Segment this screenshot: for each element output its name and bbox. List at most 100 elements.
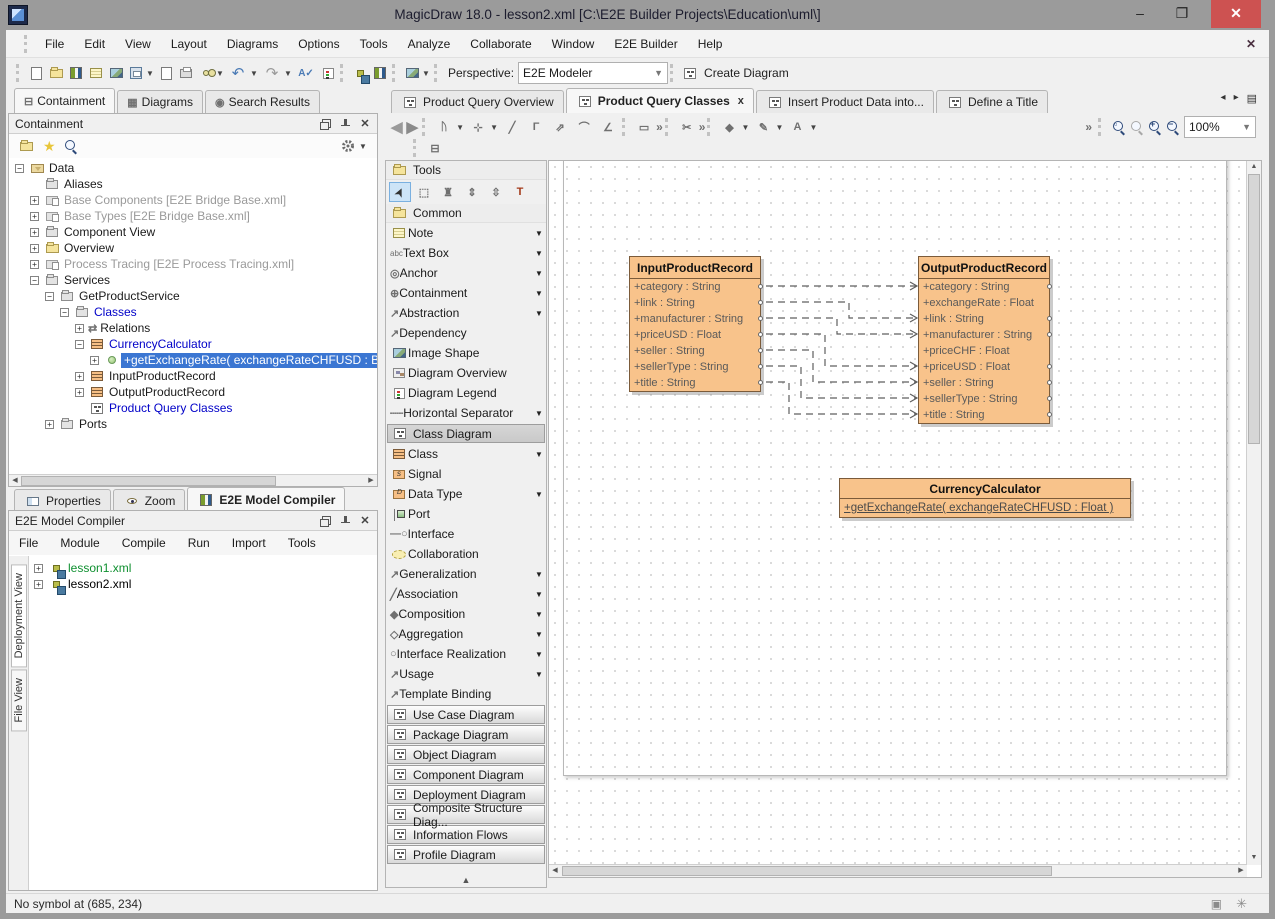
toolbar-grip4[interactable]: [434, 64, 439, 82]
palette-item-dependency[interactable]: ↗Dependency: [386, 323, 546, 343]
palette-bar-package-diagram[interactable]: Package Diagram: [387, 725, 545, 744]
find-icon[interactable]: [197, 65, 215, 81]
expand-toggle-icon[interactable]: −: [45, 292, 54, 301]
tree-item[interactable]: +Process Tracing [E2E Process Tracing.xm…: [9, 256, 377, 272]
scroll-up-icon[interactable]: ▲: [1248, 161, 1260, 173]
overflow-icon2[interactable]: »: [699, 120, 706, 134]
scroll-thumb[interactable]: [21, 476, 276, 486]
menu-item-e2e-builder[interactable]: E2E Builder: [604, 37, 687, 51]
attribute-row[interactable]: +title : String: [919, 407, 1049, 423]
toolbar-grip3[interactable]: [392, 64, 397, 82]
float-panel-icon[interactable]: [319, 118, 331, 130]
spelling-icon[interactable]: A✓: [295, 62, 317, 84]
palette-item-dropdown-icon[interactable]: ▼: [534, 409, 544, 418]
attribute-port-icon[interactable]: [1047, 396, 1052, 401]
scroll-thumb[interactable]: [1248, 174, 1260, 444]
attribute-row[interactable]: +priceUSD : Float: [919, 359, 1049, 375]
save-icon[interactable]: [127, 65, 145, 81]
palette-bar-profile-diagram[interactable]: Profile Diagram: [387, 845, 545, 864]
text-tool-icon[interactable]: T: [509, 182, 531, 202]
new-project-icon[interactable]: [27, 65, 45, 81]
palette-item-dropdown-icon[interactable]: ▼: [534, 630, 544, 639]
tab-close-icon[interactable]: x: [738, 95, 744, 107]
attribute-port-icon[interactable]: [758, 300, 763, 305]
sticky-pointer-tool-icon[interactable]: ♜: [437, 182, 459, 202]
undo-icon[interactable]: ↶: [227, 62, 249, 84]
font-color-icon[interactable]: A: [786, 116, 808, 138]
class-box-outputproductrecord[interactable]: OutputProductRecord+category : String+ex…: [918, 256, 1050, 424]
attribute-row[interactable]: +category : String: [919, 279, 1049, 295]
palette-item-diagram-legend[interactable]: Diagram Legend: [386, 383, 546, 403]
tree-item[interactable]: +Product Query Classes: [9, 400, 377, 416]
attribute-port-icon[interactable]: [758, 332, 763, 337]
palette-item-dropdown-icon[interactable]: ▼: [534, 650, 544, 659]
templates-icon[interactable]: [87, 65, 105, 81]
show-containment-icon[interactable]: ⊟: [424, 137, 446, 159]
menu-item-edit[interactable]: Edit: [74, 37, 115, 51]
find-dropdown-icon[interactable]: ▼: [216, 69, 223, 78]
attribute-row[interactable]: +sellerType : String: [630, 359, 760, 375]
palette-item-image-shape[interactable]: Image Shape: [386, 343, 546, 363]
attribute-row[interactable]: +manufacturer : String: [919, 327, 1049, 343]
operation-row[interactable]: +getExchangeRate( exchangeRateCHFUSD : F…: [840, 499, 1130, 517]
menu-item-layout[interactable]: Layout: [161, 37, 217, 51]
toolbar-grip5[interactable]: [670, 64, 675, 82]
compiler-menu-import[interactable]: Import: [232, 536, 278, 550]
zoom-fit-icon[interactable]: ▫: [1112, 120, 1126, 134]
palette-item-dropdown-icon[interactable]: ▼: [534, 309, 544, 318]
tab-e2e-model-compiler[interactable]: E2E Model Compiler: [187, 487, 345, 512]
attribute-row[interactable]: +manufacturer : String: [630, 311, 760, 327]
close-panel-icon[interactable]: ✕: [359, 118, 371, 130]
class-box-inputproductrecord[interactable]: InputProductRecord+category : String+lin…: [629, 256, 761, 392]
expand-toggle-icon[interactable]: +: [45, 420, 54, 429]
line-curved-icon[interactable]: ⌒: [573, 116, 595, 138]
attribute-port-icon[interactable]: [758, 364, 763, 369]
float-panel-icon[interactable]: [319, 515, 331, 527]
zoom-level-select[interactable]: 100% ▼: [1184, 116, 1256, 138]
tree-item[interactable]: +Ports: [9, 416, 377, 432]
expand-toggle-icon[interactable]: +: [75, 372, 84, 381]
attribute-row[interactable]: +sellerType : String: [919, 391, 1049, 407]
tab-properties[interactable]: Properties: [14, 489, 111, 512]
tree-item[interactable]: −CurrencyCalculator: [9, 336, 377, 352]
overflow-icon[interactable]: »: [656, 120, 663, 134]
favorites-icon[interactable]: ★: [43, 138, 56, 155]
line-mixed-icon[interactable]: ∠: [597, 116, 619, 138]
canvas-vscrollbar[interactable]: ▲ ▼: [1246, 161, 1261, 865]
expand-toggle-icon[interactable]: −: [15, 164, 24, 173]
scroll-down-icon[interactable]: ▼: [1248, 852, 1260, 864]
quick-layout-icon[interactable]: ⊹: [467, 116, 489, 138]
side-tab-deployment-view[interactable]: Deployment View: [11, 564, 27, 667]
attribute-row[interactable]: +seller : String: [919, 375, 1049, 391]
dtb-grip2[interactable]: [622, 118, 627, 136]
close-panel-icon[interactable]: ✕: [359, 515, 371, 527]
class-box-currencycalculator[interactable]: CurrencyCalculator+getExchangeRate( exch…: [839, 478, 1131, 518]
attribute-port-icon[interactable]: [758, 284, 763, 289]
palette-item-note[interactable]: Note▼: [386, 223, 546, 243]
undo-dropdown-icon[interactable]: ▼: [250, 69, 257, 78]
compiler-tree-item[interactable]: +lesson2.xml: [34, 576, 377, 592]
palette-item-interface-realization[interactable]: ○Interface Realization▼: [386, 644, 546, 664]
menu-item-tools[interactable]: Tools: [350, 37, 398, 51]
import-model-icon[interactable]: [107, 65, 125, 81]
tree-item[interactable]: +InputProductRecord: [9, 368, 377, 384]
diagram-canvas[interactable]: InputProductRecord+category : String+lin…: [549, 161, 1247, 865]
tab-scroll-left-icon[interactable]: ◂: [1221, 92, 1226, 105]
palette-item-diagram-overview[interactable]: Diagram Overview: [386, 363, 546, 383]
palette-bar-object-diagram[interactable]: Object Diagram: [387, 745, 545, 764]
zoom-in-icon[interactable]: +: [1148, 120, 1162, 134]
expand-toggle-icon[interactable]: +: [30, 260, 39, 269]
redo-icon[interactable]: ↷: [261, 62, 283, 84]
expand-toggle-icon[interactable]: −: [30, 276, 39, 285]
palette-item-dropdown-icon[interactable]: ▼: [534, 229, 544, 238]
palette-item-interface[interactable]: —○Interface: [386, 524, 546, 544]
palette-item-dropdown-icon[interactable]: ▼: [534, 490, 544, 499]
palette-item-dropdown-icon[interactable]: ▼: [534, 670, 544, 679]
font-dropdown-icon[interactable]: ▼: [809, 123, 816, 132]
expand-toggle-icon[interactable]: +: [75, 388, 84, 397]
tree-item[interactable]: +⇄Relations: [9, 320, 377, 336]
palette-bar-class-diagram[interactable]: Class Diagram: [387, 424, 545, 443]
scroll-left-icon[interactable]: ◀: [549, 865, 561, 877]
gear-icon[interactable]: [341, 139, 355, 153]
pin-panel-icon[interactable]: [339, 118, 351, 130]
